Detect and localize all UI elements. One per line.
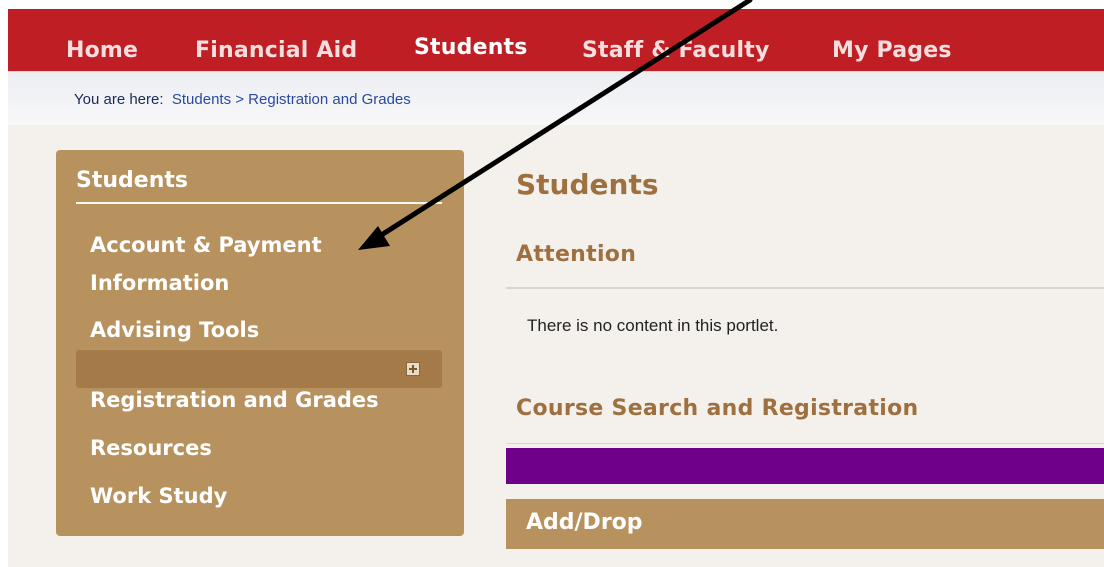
top-navigation: Home Financial Aid Students Staff & Facu… xyxy=(8,9,1104,71)
breadcrumb-path[interactable]: Students > Registration and Grades xyxy=(172,91,411,108)
nav-staff-faculty[interactable]: Staff & Faculty xyxy=(582,38,770,64)
main-content: Students Attention There is no content i… xyxy=(506,150,1104,560)
sidebar-item-advising-tools[interactable]: Advising Tools xyxy=(90,311,420,349)
sidebar-title: Students xyxy=(76,168,188,193)
nav-home[interactable]: Home xyxy=(66,38,138,64)
breadcrumb: You are here: Students > Registration an… xyxy=(74,91,411,108)
nav-students[interactable]: Students xyxy=(414,35,528,61)
breadcrumb-lead: You are here: xyxy=(74,91,164,108)
sidebar-divider xyxy=(76,202,442,204)
sidebar-item-work-study[interactable]: Work Study xyxy=(90,477,420,515)
add-drop-label[interactable]: Add/Drop xyxy=(526,510,643,535)
add-drop-bar[interactable]: Add/Drop xyxy=(506,499,1104,549)
sidebar-item-resources[interactable]: Resources xyxy=(90,429,420,467)
course-search-divider xyxy=(506,443,1104,444)
sidebar: Students Account & Payment Information A… xyxy=(56,150,464,536)
plus-box-icon[interactable] xyxy=(406,362,420,376)
attention-divider xyxy=(506,287,1104,289)
course-search-header-bar xyxy=(506,448,1104,484)
attention-title: Attention xyxy=(516,242,637,267)
nav-financial-aid[interactable]: Financial Aid xyxy=(195,38,357,64)
course-search-title: Course Search and Registration xyxy=(516,396,919,421)
sidebar-item-account-payment[interactable]: Account & Payment Information xyxy=(90,226,420,302)
breadcrumb-bar: You are here: Students > Registration an… xyxy=(8,71,1104,126)
nav-my-pages[interactable]: My Pages xyxy=(832,38,952,64)
page-title: Students xyxy=(516,168,659,201)
attention-message: There is no content in this portlet. xyxy=(527,316,779,335)
sidebar-item-registration-grades[interactable]: Registration and Grades xyxy=(90,381,420,419)
